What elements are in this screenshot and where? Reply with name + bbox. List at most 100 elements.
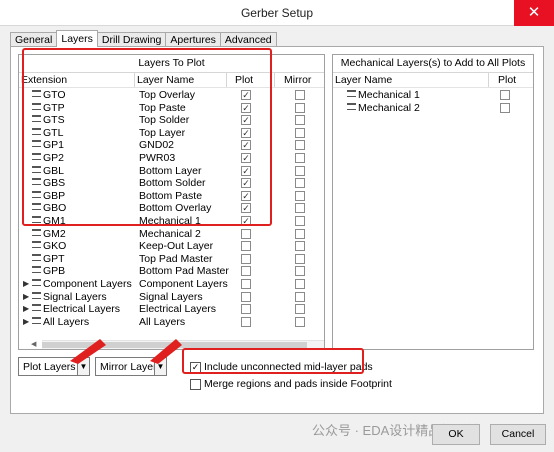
mech-plot-checkbox[interactable] (500, 90, 510, 100)
chevron-down-icon[interactable]: ▼ (154, 357, 167, 376)
layer-row[interactable]: GTL Top Layer ✓ (19, 127, 324, 140)
column-header-extension[interactable]: Extension (21, 73, 67, 87)
layer-row[interactable]: GBL Bottom Layer ✓ (19, 165, 324, 178)
mirror-checkbox[interactable] (295, 153, 305, 163)
plot-checkbox[interactable] (241, 266, 251, 277)
layer-icon (347, 90, 356, 97)
mirror-checkbox[interactable] (295, 266, 305, 277)
mirror-checkbox[interactable] (295, 90, 305, 100)
tab-layers[interactable]: Layers (56, 30, 98, 47)
layer-extension-text: GPT (43, 252, 65, 265)
mirror-checkbox[interactable] (295, 102, 305, 113)
layer-row[interactable]: GKO Keep-Out Layer (19, 240, 324, 253)
layer-row[interactable]: GM1 Mechanical 1 ✓ (19, 215, 324, 228)
close-button[interactable]: ✕ (514, 0, 554, 26)
plot-checkbox[interactable]: ✓ (241, 216, 251, 226)
mirror-checkbox[interactable] (295, 228, 305, 239)
layer-row[interactable]: GBP Bottom Paste ✓ (19, 190, 324, 203)
expand-icon[interactable]: ▶ (23, 303, 29, 316)
plot-checkbox[interactable]: ✓ (241, 90, 251, 100)
mirror-checkbox[interactable] (295, 203, 305, 214)
layer-row[interactable]: GTS Top Solder ✓ (19, 114, 324, 127)
column-header-mirror[interactable]: Mirror (284, 73, 311, 87)
expand-icon[interactable]: ▶ (23, 316, 29, 329)
layer-row[interactable]: ▶ Electrical Layers Electrical Layers (19, 303, 324, 316)
ok-button[interactable]: OK (432, 424, 480, 445)
mirror-checkbox[interactable] (295, 115, 305, 126)
include-unconnected-checkbox[interactable]: ✓ (190, 362, 201, 373)
expand-icon[interactable]: ▶ (23, 278, 29, 291)
mirror-checkbox[interactable] (295, 253, 305, 264)
plot-checkbox[interactable]: ✓ (241, 153, 251, 163)
layer-row[interactable]: ▶ All Layers All Layers (19, 316, 324, 329)
mirror-checkbox[interactable] (295, 216, 305, 226)
column-header-layer-name[interactable]: Layer Name (137, 73, 194, 87)
layer-name: Top Layer (139, 126, 186, 139)
scrollbar-thumb[interactable] (42, 342, 308, 348)
layer-row[interactable]: GBS Bottom Solder ✓ (19, 177, 324, 190)
plot-checkbox[interactable] (241, 316, 251, 327)
layer-row[interactable]: ▶ Signal Layers Signal Layers (19, 291, 324, 304)
horizontal-scrollbar[interactable] (42, 340, 324, 349)
mirror-checkbox[interactable] (295, 279, 305, 289)
layer-row[interactable]: GM2 Mechanical 2 (19, 228, 324, 241)
layer-row[interactable]: GTP Top Paste ✓ (19, 102, 324, 115)
column-header-plot[interactable]: Plot (235, 73, 253, 87)
plot-checkbox[interactable] (241, 304, 251, 315)
mech-plot-checkbox[interactable] (500, 102, 510, 113)
layer-name: Top Pad Master (139, 252, 213, 265)
chevron-down-icon[interactable]: ▼ (77, 357, 90, 376)
layer-extension: GTP (32, 102, 65, 115)
plot-checkbox[interactable] (241, 291, 251, 302)
plot-checkbox[interactable] (241, 241, 251, 252)
layer-icon (347, 102, 356, 110)
plot-layers-dropdown[interactable]: Plot Layers ▼ (18, 357, 90, 376)
mirror-checkbox[interactable] (295, 241, 305, 252)
layer-row[interactable]: GBO Bottom Overlay ✓ (19, 202, 324, 215)
mech-layer-row[interactable]: Mechanical 1 (333, 89, 533, 102)
layer-extension: GBS (32, 177, 65, 190)
layer-row[interactable]: GP2 PWR03 ✓ (19, 152, 324, 165)
mech-column-header-plot[interactable]: Plot (498, 73, 516, 87)
layer-row[interactable]: GPT Top Pad Master (19, 253, 324, 266)
layer-row[interactable]: GPB Bottom Pad Master (19, 265, 324, 278)
mirror-checkbox[interactable] (295, 316, 305, 327)
plot-checkbox[interactable]: ✓ (241, 190, 251, 201)
plot-checkbox[interactable] (241, 228, 251, 239)
mirror-checkbox[interactable] (295, 127, 305, 138)
layer-extension-text: GKO (43, 240, 67, 253)
cancel-button[interactable]: Cancel (490, 424, 546, 445)
plot-checkbox[interactable]: ✓ (241, 178, 251, 189)
expand-icon[interactable]: ▶ (23, 291, 29, 304)
layer-icon (32, 291, 41, 299)
layer-icon (32, 266, 41, 274)
tab-advanced[interactable]: Advanced (219, 32, 277, 47)
plot-checkbox[interactable] (241, 253, 251, 264)
plot-checkbox[interactable]: ✓ (241, 127, 251, 138)
mirror-checkbox[interactable] (295, 140, 305, 151)
mirror-checkbox[interactable] (295, 291, 305, 302)
plot-checkbox[interactable]: ✓ (241, 102, 251, 113)
mechanical-layers-panel: Mechanical Layers(s) to Add to All Plots… (332, 54, 534, 350)
plot-checkbox[interactable]: ✓ (241, 165, 251, 176)
layer-row[interactable]: GTO Top Overlay ✓ (19, 89, 324, 102)
layer-row[interactable]: ▶ Component Layers Component Layers (19, 278, 324, 291)
scroll-left-icon[interactable]: ◀ (31, 340, 36, 348)
mirror-checkbox[interactable] (295, 165, 305, 176)
mirror-checkbox[interactable] (295, 304, 305, 315)
plot-checkbox[interactable] (241, 279, 251, 289)
plot-checkbox[interactable]: ✓ (241, 140, 251, 151)
plot-checkbox[interactable]: ✓ (241, 203, 251, 214)
layer-row[interactable]: GP1 GND02 ✓ (19, 139, 324, 152)
tab-apertures[interactable]: Apertures (165, 32, 221, 47)
mirror-layers-dropdown[interactable]: Mirror Layers ▼ (95, 357, 167, 376)
mech-column-header-layer-name[interactable]: Layer Name (335, 73, 392, 87)
plot-checkbox[interactable]: ✓ (241, 115, 251, 126)
merge-regions-checkbox[interactable] (190, 379, 201, 390)
mech-layer-row[interactable]: Mechanical 2 (333, 102, 533, 115)
layer-extension-text: GBS (43, 177, 66, 190)
mirror-checkbox[interactable] (295, 178, 305, 189)
tab-general[interactable]: General (10, 32, 58, 47)
mirror-checkbox[interactable] (295, 190, 305, 201)
tab-drill-drawing[interactable]: Drill Drawing (96, 32, 167, 47)
